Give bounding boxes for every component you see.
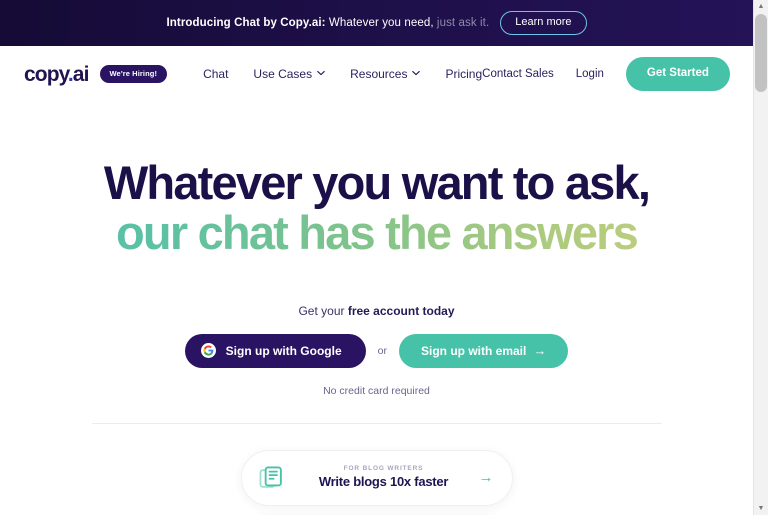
use-case-card-blog-writers[interactable]: FOR BLOG WRITERS Write blogs 10x faster … xyxy=(240,449,513,506)
nav-item-pricing-label: Pricing xyxy=(445,67,483,81)
signup-google-button[interactable]: Sign up with Google xyxy=(184,333,366,368)
page-root: Introducing Chat by Copy.ai: Whatever yo… xyxy=(0,0,768,515)
page-scrollbar[interactable]: ▲ ▼ xyxy=(753,0,768,515)
nav-links: Chat Use Cases Resources Pricing xyxy=(203,67,482,81)
headline-line-1: Whatever you want to ask, xyxy=(103,156,651,209)
use-case-cards: FOR BLOG WRITERS Write blogs 10x faster … xyxy=(0,449,753,515)
announcement-lead: Introducing Chat by Copy.ai: xyxy=(166,17,326,29)
announcement-banner: Introducing Chat by Copy.ai: Whatever yo… xyxy=(0,0,768,46)
nav-item-resources-label: Resources xyxy=(350,67,408,81)
google-icon xyxy=(200,343,216,359)
scroll-down-arrow-icon[interactable]: ▼ xyxy=(754,502,768,515)
announcement-mid: Whatever you need, xyxy=(325,17,434,29)
logo-suffix: ai xyxy=(72,62,90,86)
signup-google-label: Sign up with Google xyxy=(225,343,342,358)
nav-item-use-cases-label: Use Cases xyxy=(253,67,313,81)
copyai-logo[interactable]: copy.ai xyxy=(24,64,89,85)
signup-subline-prefix: Get your xyxy=(298,303,348,318)
arrow-right-icon: → xyxy=(478,469,494,487)
use-case-card-eyebrow: FOR BLOG WRITERS xyxy=(343,465,424,473)
chevron-down-icon xyxy=(412,69,421,77)
get-started-button[interactable]: Get Started xyxy=(625,57,730,91)
page-title: Whatever you want to ask, our chat has t… xyxy=(0,156,753,259)
nav-item-contact-sales[interactable]: Contact Sales xyxy=(482,68,554,80)
announcement-muted: just ask it. xyxy=(433,17,490,29)
nav-item-chat[interactable]: Chat xyxy=(203,67,228,81)
arrow-right-icon: → xyxy=(533,343,547,359)
announcement-text: Introducing Chat by Copy.ai: Whatever yo… xyxy=(166,17,489,29)
headline-line-2: our chat has the answers xyxy=(0,207,753,258)
scrollbar-thumb[interactable] xyxy=(755,14,767,92)
scroll-up-arrow-icon[interactable]: ▲ xyxy=(754,0,768,13)
main-navbar: copy.ai We're Hiring! Chat Use Cases Res… xyxy=(0,46,753,102)
logo-block: copy.ai We're Hiring! xyxy=(24,64,168,85)
use-case-card-text: FOR BLOG WRITERS Write blogs 10x faster xyxy=(297,465,471,490)
section-divider xyxy=(91,422,662,424)
signup-email-label: Sign up with email xyxy=(421,343,527,358)
nav-item-login[interactable]: Login xyxy=(576,68,604,80)
nav-item-use-cases[interactable]: Use Cases xyxy=(253,67,325,81)
use-case-card-title: Write blogs 10x faster xyxy=(318,473,449,489)
chevron-down-icon xyxy=(317,69,325,77)
nav-item-chat-label: Chat xyxy=(203,67,229,81)
nav-item-pricing[interactable]: Pricing xyxy=(445,67,482,81)
nav-right-group: Contact Sales Login Get Started xyxy=(482,57,730,91)
nav-item-resources[interactable]: Resources xyxy=(350,67,421,81)
signup-subline-bold: free account today xyxy=(347,303,455,318)
article-stack-icon xyxy=(258,465,284,491)
learn-more-button[interactable]: Learn more xyxy=(500,11,587,35)
cta-row: Sign up with Google or Sign up with emai… xyxy=(0,333,753,368)
signup-subline: Get your free account today xyxy=(0,304,753,318)
signup-email-button[interactable]: Sign up with email → xyxy=(399,333,569,368)
or-separator: or xyxy=(377,344,387,357)
logo-text: copy xyxy=(24,62,69,86)
no-credit-card-note: No credit card required xyxy=(323,384,430,397)
hero-section: Whatever you want to ask, our chat has t… xyxy=(0,102,753,515)
hiring-badge[interactable]: We're Hiring! xyxy=(99,65,168,83)
